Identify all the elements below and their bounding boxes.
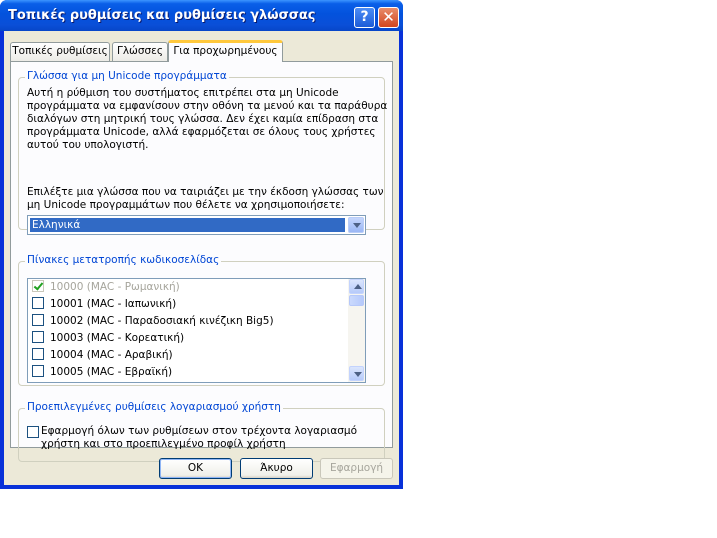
chevron-down-icon <box>353 223 361 228</box>
advanced-tab-panel: Γλώσσα για μη Unicode προγράμματα Αυτή η… <box>10 61 393 462</box>
checkbox[interactable] <box>32 348 44 360</box>
language-select-dropdown-button[interactable] <box>348 217 364 233</box>
apply-button[interactable]: Εφαρμογή <box>320 458 393 479</box>
scroll-down-button[interactable] <box>349 366 364 381</box>
dialog-client: Τοπικές ρυθμίσεις Γλώσσες Για προχωρημέν… <box>4 31 399 485</box>
checkbox[interactable] <box>27 426 39 438</box>
title-bar[interactable]: Τοπικές ρυθμίσεις και ρυθμίσεις γλώσσας … <box>0 0 403 31</box>
help-button[interactable]: ? <box>354 7 375 28</box>
default-account-legend: Προεπιλεγμένες ρυθμίσεις λογαριασμού χρή… <box>25 401 283 413</box>
checkbox[interactable] <box>32 297 44 309</box>
close-button[interactable]: ✕ <box>378 7 399 28</box>
non-unicode-legend: Γλώσσα για μη Unicode προγράμματα <box>25 70 229 82</box>
non-unicode-description: Αυτή η ρύθμιση του συστήματος επιτρέπει … <box>27 87 388 151</box>
apply-to-default-label: Εφαρμογή όλων των ρυθμίσεων στον τρέχοντ… <box>41 425 358 450</box>
list-item[interactable]: 10002 (MAC - Παραδοσιακή κινέζικη Big5) <box>32 313 274 330</box>
list-item[interactable]: 10000 (MAC - Ρωμανική) <box>32 279 180 296</box>
list-item[interactable]: 10005 (MAC - Εβραϊκή) <box>32 364 172 381</box>
chevron-down-icon <box>354 372 362 377</box>
tab-languages[interactable]: Γλώσσες <box>112 42 168 61</box>
code-pages-list[interactable]: 10000 (MAC - Ρωμανική) 10001 (MAC - Ιαπω… <box>27 278 366 383</box>
ok-button[interactable]: OK <box>159 458 232 479</box>
language-select[interactable]: Ελληνικά <box>27 215 366 235</box>
list-item[interactable]: 10004 (MAC - Αραβική) <box>32 347 173 364</box>
code-pages-legend: Πίνακες μετατροπής κωδικοσελίδας <box>25 254 222 266</box>
tab-regional-options[interactable]: Τοπικές ρυθμίσεις <box>10 42 110 61</box>
checkbox[interactable] <box>32 314 44 326</box>
chevron-up-icon <box>354 284 362 289</box>
tab-advanced[interactable]: Για προχωρημένους <box>168 40 283 62</box>
cancel-button[interactable]: Άκυρο <box>240 458 313 479</box>
checkbox[interactable] <box>32 331 44 343</box>
window-title: Τοπικές ρυθμίσεις και ρυθμίσεις γλώσσας <box>8 8 316 23</box>
language-prompt: Επιλέξτε μια γλώσσα που να ταιριάζει με … <box>27 186 384 211</box>
checkbox[interactable] <box>32 280 44 292</box>
list-item[interactable]: 10001 (MAC - Ιαπωνική) <box>32 296 176 313</box>
scroll-thumb[interactable] <box>349 295 364 306</box>
scroll-up-button[interactable] <box>349 279 364 294</box>
dialog-window: Τοπικές ρυθμίσεις και ρυθμίσεις γλώσσας … <box>0 0 403 489</box>
list-scrollbar[interactable] <box>348 279 365 382</box>
list-item[interactable]: 10003 (MAC - Κορεατική) <box>32 330 184 347</box>
language-select-value: Ελληνικά <box>30 218 345 232</box>
checkbox[interactable] <box>32 365 44 377</box>
